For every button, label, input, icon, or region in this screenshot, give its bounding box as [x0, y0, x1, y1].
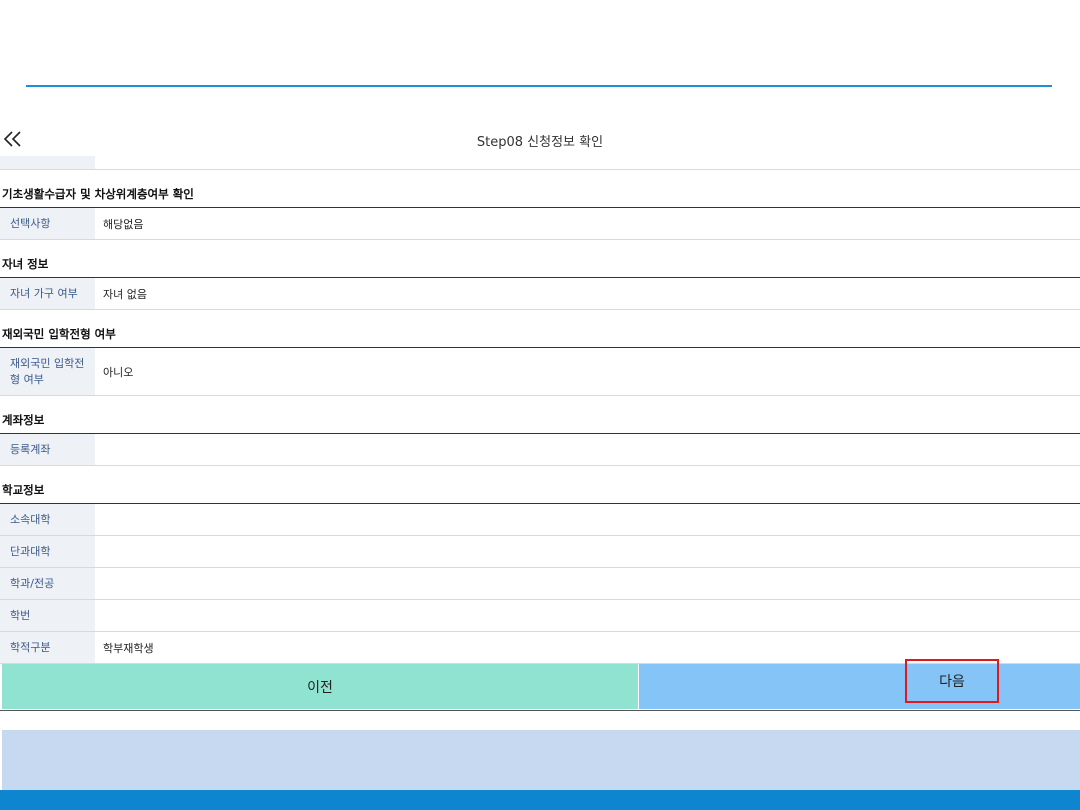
prev-button[interactable]: 이전 [2, 664, 638, 709]
row-label: 선택사항 [0, 208, 95, 239]
row-value: 자녀 없음 [103, 287, 147, 301]
row-value: 해당없음 [103, 217, 144, 231]
table-row: 학과/전공 [0, 568, 1080, 600]
table-row: 자녀 가구 여부 자녀 없음 [0, 278, 1080, 310]
section-title-account: 계좌정보 [0, 396, 1080, 434]
step-header: Step08 신청정보 확인 [0, 124, 1080, 156]
row-label: 자녀 가구 여부 [0, 278, 95, 309]
row-label: 단과대학 [0, 536, 95, 567]
table-row: 학번 [0, 600, 1080, 632]
row-label: 등록계좌 [0, 434, 95, 465]
row-label [0, 156, 95, 169]
application-summary[interactable]: 기초생활수급자 및 차상위계층여부 확인 선택사항 해당없음 자녀 정보 자녀 … [0, 156, 1080, 664]
row-label: 학번 [0, 600, 95, 631]
info-band [2, 730, 1080, 790]
table-row: 단과대학 [0, 536, 1080, 568]
row-value: 아니오 [103, 365, 134, 379]
section-title-overseas: 재외국민 입학전형 여부 [0, 310, 1080, 348]
table-row [0, 156, 1080, 170]
table-row: 소속대학 [0, 504, 1080, 536]
next-button[interactable]: 다음 [905, 659, 999, 703]
table-row: 등록계좌 [0, 434, 1080, 466]
double-chevron-left-icon[interactable] [2, 128, 24, 150]
section-title-children: 자녀 정보 [0, 240, 1080, 278]
row-value: 학부재학생 [103, 641, 154, 655]
row-label: 소속대학 [0, 504, 95, 535]
table-row: 선택사항 해당없음 [0, 208, 1080, 240]
section-title-basic-living: 기초생활수급자 및 차상위계층여부 확인 [0, 170, 1080, 208]
row-label: 학적구분 [0, 632, 95, 663]
page-title: Step08 신청정보 확인 [476, 135, 604, 150]
top-divider [26, 85, 1052, 87]
row-label: 재외국민 입학전형 여부 [0, 348, 95, 395]
table-row: 재외국민 입학전형 여부 아니오 [0, 348, 1080, 396]
section-title-school: 학교정보 [0, 466, 1080, 504]
footer-bar [0, 790, 1080, 810]
next-button-area[interactable]: 다음 [639, 659, 1080, 709]
row-label: 학과/전공 [0, 568, 95, 599]
navigation-buttons: 이전 다음 [0, 659, 1080, 711]
